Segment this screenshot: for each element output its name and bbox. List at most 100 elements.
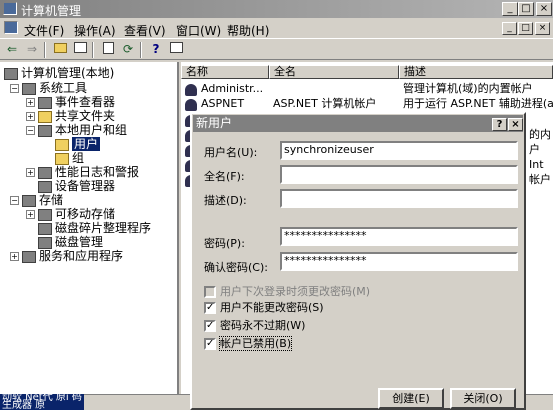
- tree-removable-storage[interactable]: + 可移动存储: [26, 207, 115, 221]
- menu-action[interactable]: 操作(A): [74, 22, 116, 39]
- menu-help[interactable]: 帮助(H): [227, 22, 269, 39]
- tree-groups[interactable]: 组: [55, 151, 84, 165]
- users-groups-icon: [38, 124, 52, 137]
- table-row[interactable]: Administr... 管理计算机(域)的内置帐户: [181, 81, 553, 96]
- event-viewer-icon: [38, 96, 52, 109]
- minimize-button[interactable]: _: [502, 2, 518, 16]
- device-manager-icon: [38, 180, 52, 193]
- user-icon: [185, 97, 197, 112]
- password-never-expires-checkbox[interactable]: ✓ 密码永不过期(W): [204, 319, 305, 333]
- tree-disk-defragmenter[interactable]: 磁盘碎片整理程序: [38, 221, 151, 235]
- row-description: 管理计算机(域)的内置帐户: [403, 82, 533, 95]
- forward-arrow-icon[interactable]: ⇒: [24, 42, 40, 57]
- show-tree-icon[interactable]: [72, 42, 88, 57]
- confirm-password-label: 确认密码(C):: [204, 261, 268, 274]
- collapse-icon[interactable]: −: [10, 84, 19, 93]
- toolbar-separator: [92, 42, 94, 58]
- row-description-partial: 户: [529, 143, 540, 156]
- up-folder-icon[interactable]: [52, 42, 68, 57]
- help-icon[interactable]: ?: [148, 42, 164, 57]
- disk-management-icon: [38, 236, 52, 249]
- tree-shared-folders[interactable]: + 共享文件夹: [26, 109, 115, 123]
- menu-bar: 文件(F) 操作(A) 查看(V) 窗口(W) 帮助(H) _ □ ×: [0, 19, 553, 38]
- username-input[interactable]: synchronizeuser: [280, 141, 518, 160]
- menu-view[interactable]: 查看(V): [124, 22, 166, 39]
- fullname-input[interactable]: [280, 165, 518, 184]
- defrag-icon: [38, 222, 52, 235]
- checkbox-box: ✓: [204, 338, 216, 350]
- collapse-icon[interactable]: −: [10, 196, 19, 205]
- computer-icon: [4, 67, 18, 80]
- tree-storage[interactable]: − 存储: [10, 193, 63, 207]
- tree-local-users-groups[interactable]: − 本地用户和组: [26, 123, 127, 137]
- row-description-partial: 的内: [529, 128, 551, 141]
- fullname-label: 全名(F):: [204, 170, 245, 183]
- folder-icon: [55, 152, 69, 165]
- description-input[interactable]: [280, 189, 518, 208]
- account-disabled-checkbox[interactable]: ✓ 帐户已禁用(B): [204, 336, 293, 351]
- toolbar-separator: [140, 42, 142, 58]
- window-title-bar[interactable]: 计算机管理 _ □ ×: [0, 0, 553, 18]
- description-label: 描述(D):: [204, 194, 247, 207]
- column-header-fullname[interactable]: 全名: [269, 65, 399, 79]
- properties-icon[interactable]: [168, 42, 184, 57]
- row-description-partial: 帐户: [529, 173, 551, 186]
- folder-open-icon: [55, 138, 69, 151]
- expand-icon[interactable]: +: [26, 210, 35, 219]
- computer-management-icon: [3, 2, 17, 15]
- removable-storage-icon: [38, 208, 52, 221]
- mmc-document-icon[interactable]: [4, 21, 18, 34]
- checkbox-box: ✓: [204, 302, 216, 314]
- mdi-close-button[interactable]: ×: [535, 22, 550, 35]
- row-name: ASPNET: [201, 97, 245, 110]
- tree-performance-logs[interactable]: + 性能日志和警报: [26, 165, 139, 179]
- tree-root[interactable]: 计算机管理(本地): [4, 66, 114, 80]
- create-button[interactable]: 创建(E): [378, 388, 444, 409]
- tree-services-apps[interactable]: + 服务和应用程序: [10, 249, 123, 263]
- cannot-change-password-checkbox[interactable]: ✓ 用户不能更改密码(S): [204, 301, 324, 315]
- confirm-password-input[interactable]: ***************: [280, 252, 518, 271]
- checkbox-box: ✓: [204, 320, 216, 332]
- dialog-help-button[interactable]: ?: [492, 118, 507, 131]
- maximize-button[interactable]: □: [518, 2, 534, 16]
- column-header-description[interactable]: 描述: [399, 65, 553, 79]
- expand-icon[interactable]: +: [26, 112, 35, 121]
- row-description: 用于运行 ASP.NET 辅助进程(as: [403, 97, 553, 110]
- menu-window[interactable]: 窗口(W): [176, 22, 221, 39]
- row-description-partial: Int: [529, 158, 544, 171]
- close-dialog-button[interactable]: 关闭(O): [450, 388, 516, 409]
- menu-file[interactable]: 文件(F): [24, 22, 64, 39]
- back-arrow-icon[interactable]: ⇐: [4, 42, 20, 57]
- toolbar: ⇐ ⇒ ⟳ ?: [0, 38, 553, 60]
- password-input[interactable]: ***************: [280, 227, 518, 246]
- tree-users[interactable]: 用户: [55, 137, 101, 151]
- table-row[interactable]: ASPNET ASP.NET 计算机帐户 用于运行 ASP.NET 辅助进程(a…: [181, 96, 553, 111]
- checkbox-box: [204, 286, 216, 298]
- user-icon: [185, 82, 197, 97]
- tree-disk-management[interactable]: 磁盘管理: [38, 235, 103, 249]
- mdi-minimize-button[interactable]: _: [502, 22, 517, 35]
- dialog-title-bar[interactable]: 新用户 ? ×: [193, 115, 523, 132]
- window-title: 计算机管理: [21, 4, 82, 18]
- expand-icon[interactable]: +: [10, 252, 19, 261]
- mdi-restore-button[interactable]: □: [518, 22, 533, 35]
- tree-device-manager[interactable]: 设备管理器: [38, 179, 115, 193]
- console-tree[interactable]: 计算机管理(本地) − 系统工具 + 事件查看器 + 共享文件夹 − 本地用户和组 用户…: [0, 62, 179, 394]
- tree-event-viewer[interactable]: + 事件查看器: [26, 95, 115, 109]
- column-header-name[interactable]: 名称: [181, 65, 269, 79]
- services-icon: [22, 250, 36, 263]
- storage-icon: [22, 194, 36, 207]
- close-button[interactable]: ×: [536, 2, 552, 16]
- dialog-title: 新用户: [196, 116, 233, 130]
- expand-icon[interactable]: +: [26, 98, 35, 107]
- shared-folder-icon: [38, 110, 52, 123]
- background-window-fragment[interactable]: 动软 Net代 原i 码生成器 原: [0, 394, 84, 410]
- export-list-icon[interactable]: [100, 42, 116, 57]
- tree-system-tools[interactable]: − 系统工具: [10, 81, 87, 95]
- performance-icon: [38, 166, 52, 179]
- dialog-close-button[interactable]: ×: [508, 118, 523, 131]
- refresh-icon[interactable]: ⟳: [120, 42, 136, 57]
- row-name: Administr...: [201, 82, 264, 95]
- expand-icon[interactable]: +: [26, 168, 35, 177]
- collapse-icon[interactable]: −: [26, 126, 35, 135]
